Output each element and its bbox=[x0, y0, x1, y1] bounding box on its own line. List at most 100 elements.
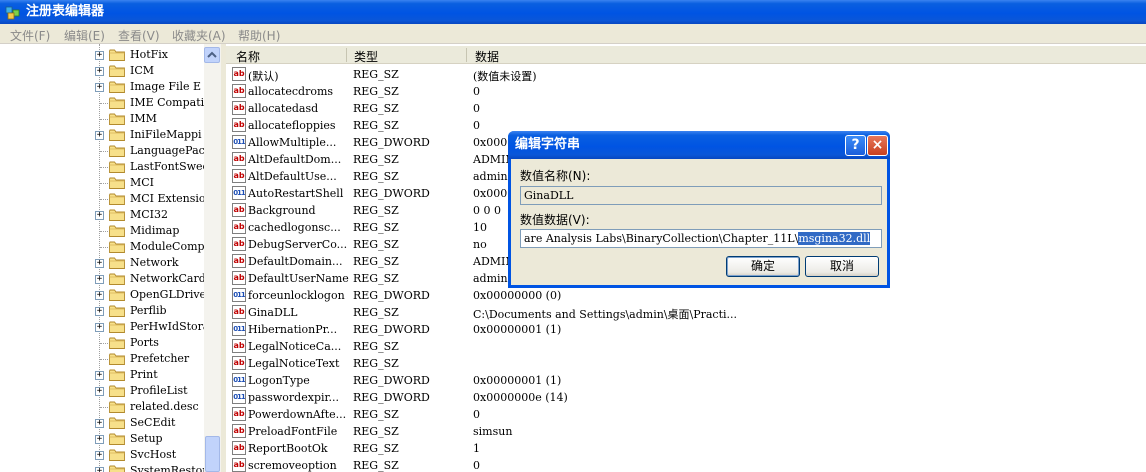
value-row[interactable]: ab LegalNoticeCa... REG_SZ bbox=[226, 338, 1146, 355]
key-tree[interactable]: + HotFix + ICM + Image File E IME Compatib IMM +… bbox=[0, 44, 221, 472]
string-value-icon: ab bbox=[232, 237, 246, 251]
tree-item[interactable]: + SystemRestor bbox=[0, 463, 205, 472]
value-name: HibernationPr... bbox=[248, 323, 338, 336]
tree-connector bbox=[100, 183, 108, 184]
value-name: passwordexpir... bbox=[248, 391, 340, 404]
expand-icon[interactable]: + bbox=[95, 387, 104, 396]
folder-icon bbox=[109, 129, 125, 141]
expand-icon[interactable]: + bbox=[95, 51, 104, 60]
header-data[interactable]: 数据 bbox=[475, 48, 499, 65]
tree-item[interactable]: IMM bbox=[0, 111, 205, 127]
header-divider[interactable] bbox=[466, 48, 467, 62]
tree-item[interactable]: + ProfileList bbox=[0, 383, 205, 399]
tree-item[interactable]: LanguagePack bbox=[0, 143, 205, 159]
tree-item[interactable]: + MCI32 bbox=[0, 207, 205, 223]
tree-item[interactable]: + SvcHost bbox=[0, 447, 205, 463]
binary-value-icon: 011 bbox=[232, 373, 246, 387]
tree-item[interactable]: + Network bbox=[0, 255, 205, 271]
tree-item-label: LanguagePack bbox=[130, 144, 205, 157]
tree-item[interactable]: + Setup bbox=[0, 431, 205, 447]
tree-item[interactable]: LastFontSwee bbox=[0, 159, 205, 175]
tree-item[interactable]: IME Compatib bbox=[0, 95, 205, 111]
header-divider[interactable] bbox=[346, 48, 347, 62]
header-type[interactable]: 类型 bbox=[354, 48, 378, 65]
string-value-icon: ab bbox=[232, 305, 246, 319]
tree-item[interactable]: + HotFix bbox=[0, 47, 205, 63]
tree-item[interactable]: Prefetcher bbox=[0, 351, 205, 367]
value-row[interactable]: 011 passwordexpir... REG_DWORD 0x0000000e (… bbox=[226, 389, 1146, 406]
value-data-input[interactable]: are Analysis Labs\BinaryCollection\Chapt… bbox=[520, 229, 882, 248]
tree-item[interactable]: + Image File E bbox=[0, 79, 205, 95]
tree-item-label: IME Compatib bbox=[130, 96, 205, 109]
value-name: AutoRestartShell bbox=[248, 187, 344, 200]
value-row[interactable]: ab scremoveoption REG_SZ 0 bbox=[226, 457, 1146, 472]
tree-item[interactable]: + PerHwIdStora bbox=[0, 319, 205, 335]
value-row[interactable]: ab PowerdownAfte... REG_SZ 0 bbox=[226, 406, 1146, 423]
value-row[interactable]: ab allocatedasd REG_SZ 0 bbox=[226, 100, 1146, 117]
expand-icon[interactable]: + bbox=[95, 131, 104, 140]
tree-item[interactable]: + IniFileMappi bbox=[0, 127, 205, 143]
expand-icon[interactable]: + bbox=[95, 371, 104, 380]
menu-file[interactable]: 文件(F) bbox=[10, 27, 50, 44]
value-name: GinaDLL bbox=[248, 306, 298, 319]
value-row[interactable]: ab ReportBootOk REG_SZ 1 bbox=[226, 440, 1146, 457]
value-data: 0 bbox=[473, 119, 480, 132]
value-row[interactable]: 011 forceunlocklogon REG_DWORD 0x00000000 (… bbox=[226, 287, 1146, 304]
menu-favorites[interactable]: 收藏夹(A) bbox=[172, 27, 226, 44]
header-name[interactable]: 名称 bbox=[236, 48, 260, 65]
expand-icon[interactable]: + bbox=[95, 451, 104, 460]
expand-icon[interactable]: + bbox=[95, 307, 104, 316]
string-value-icon: ab bbox=[232, 220, 246, 234]
expand-icon[interactable]: + bbox=[95, 435, 104, 444]
expand-icon[interactable]: + bbox=[95, 275, 104, 284]
binary-value-icon: 011 bbox=[232, 186, 246, 200]
value-row[interactable]: ab LegalNoticeText REG_SZ bbox=[226, 355, 1146, 372]
tree-item[interactable]: + Perflib bbox=[0, 303, 205, 319]
tree-item[interactable]: + ICM bbox=[0, 63, 205, 79]
value-row[interactable]: ab (默认) REG_SZ (数值未设置) bbox=[226, 66, 1146, 83]
tree-item[interactable]: + NetworkCards bbox=[0, 271, 205, 287]
value-row[interactable]: ab GinaDLL REG_SZ C:\Documents and Settings… bbox=[226, 304, 1146, 321]
tree-item[interactable]: Midimap bbox=[0, 223, 205, 239]
menu-view[interactable]: 查看(V) bbox=[118, 27, 160, 44]
cancel-button[interactable]: 取消 bbox=[805, 256, 879, 277]
folder-icon bbox=[109, 273, 125, 285]
value-row[interactable]: ab allocatecdroms REG_SZ 0 bbox=[226, 83, 1146, 100]
value-name: AltDefaultDom... bbox=[248, 153, 342, 166]
value-row[interactable]: 011 LogonType REG_DWORD 0x00000001 (1) bbox=[226, 372, 1146, 389]
folder-icon bbox=[109, 289, 125, 301]
expand-icon[interactable]: + bbox=[95, 67, 104, 76]
expand-icon[interactable]: + bbox=[95, 323, 104, 332]
tree-item[interactable]: Ports bbox=[0, 335, 205, 351]
tree-item[interactable]: + OpenGLDriver bbox=[0, 287, 205, 303]
tree-item-label: OpenGLDriver bbox=[130, 288, 205, 301]
expand-icon[interactable]: + bbox=[95, 291, 104, 300]
value-row[interactable]: 011 HibernationPr... REG_DWORD 0x00000001 (… bbox=[226, 321, 1146, 338]
tree-item-label: Perflib bbox=[130, 304, 167, 317]
tree-item[interactable]: + Print bbox=[0, 367, 205, 383]
value-name: LogonType bbox=[248, 374, 310, 387]
tree-item[interactable]: MCI Extensio bbox=[0, 191, 205, 207]
tree-item[interactable]: related.desc bbox=[0, 399, 205, 415]
tree-item[interactable]: + SeCEdit bbox=[0, 415, 205, 431]
string-value-icon: ab bbox=[232, 458, 246, 472]
expand-icon[interactable]: + bbox=[95, 467, 104, 472]
tree-scrollbar[interactable] bbox=[204, 44, 221, 472]
scroll-up-button[interactable] bbox=[204, 47, 220, 63]
binary-value-icon: 011 bbox=[232, 135, 246, 149]
expand-icon[interactable]: + bbox=[95, 83, 104, 92]
tree-item[interactable]: ModuleCompat bbox=[0, 239, 205, 255]
expand-icon[interactable]: + bbox=[95, 419, 104, 428]
menu-help[interactable]: 帮助(H) bbox=[238, 27, 280, 44]
scroll-thumb[interactable] bbox=[205, 436, 220, 472]
menu-edit[interactable]: 编辑(E) bbox=[64, 27, 105, 44]
close-button[interactable]: × bbox=[867, 135, 888, 156]
value-name: DefaultDomain... bbox=[248, 255, 343, 268]
ok-button[interactable]: 确定 bbox=[726, 256, 800, 277]
expand-icon[interactable]: + bbox=[95, 211, 104, 220]
help-button[interactable]: ? bbox=[845, 135, 866, 156]
expand-icon[interactable]: + bbox=[95, 259, 104, 268]
folder-icon bbox=[109, 369, 125, 381]
value-row[interactable]: ab PreloadFontFile REG_SZ simsun bbox=[226, 423, 1146, 440]
tree-item[interactable]: MCI bbox=[0, 175, 205, 191]
